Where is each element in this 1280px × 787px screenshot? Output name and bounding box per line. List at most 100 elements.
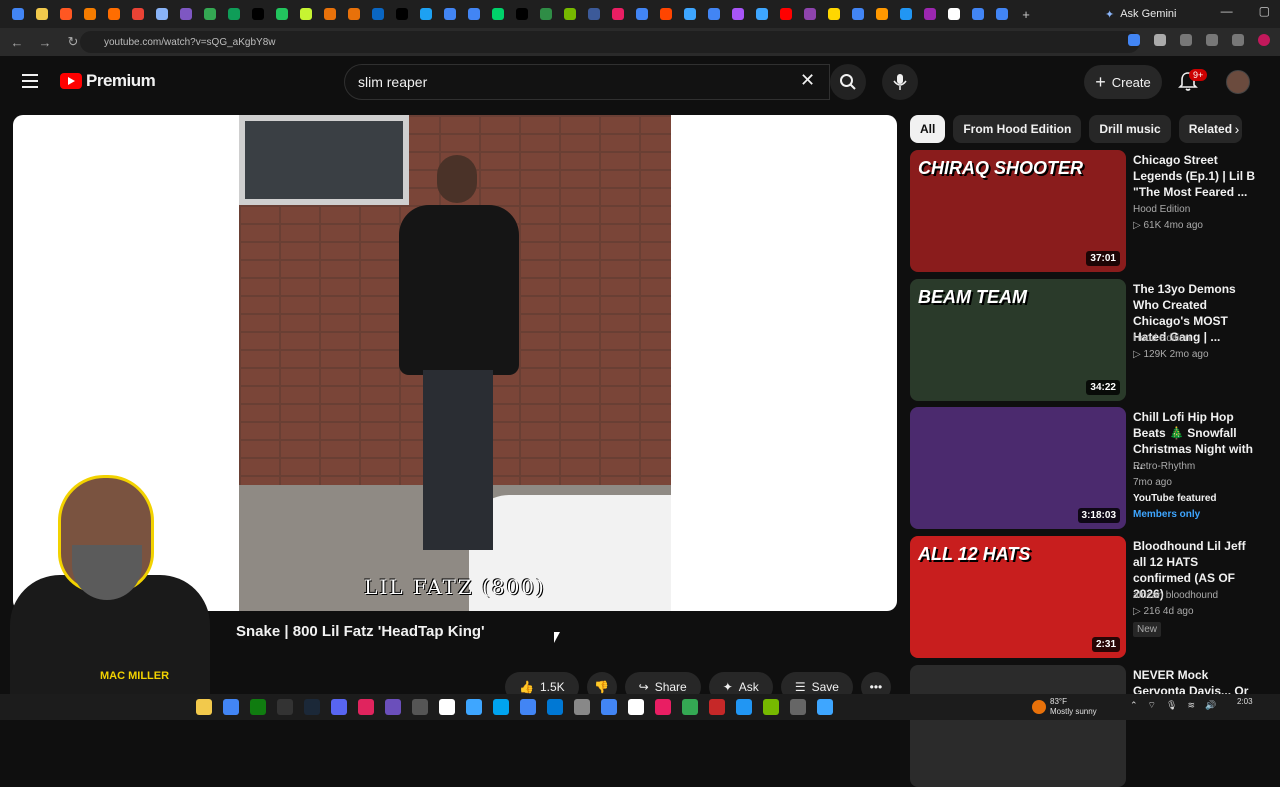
browser-tab-favicon-icon[interactable]: [344, 4, 364, 24]
browser-tab-favicon-icon[interactable]: [752, 4, 772, 24]
browser-tab-favicon-icon[interactable]: [392, 4, 412, 24]
search-input[interactable]: slim reaper: [344, 64, 830, 100]
taskbar-app-icon[interactable]: [790, 699, 806, 715]
microphone-icon[interactable]: 🎙: [1166, 700, 1177, 711]
taskbar-app-icon[interactable]: [628, 699, 644, 715]
youtube-logo[interactable]: Premium: [60, 71, 156, 91]
clear-search-icon[interactable]: ✕: [800, 70, 815, 91]
browser-tab-favicon-icon[interactable]: [848, 4, 868, 24]
browser-tab-favicon-icon[interactable]: [872, 4, 892, 24]
browser-tab-favicon-icon[interactable]: [896, 4, 916, 24]
browser-tab-favicon-icon[interactable]: [728, 4, 748, 24]
wifi-icon[interactable]: ≋: [1187, 700, 1195, 711]
browser-tab-favicon-icon[interactable]: [560, 4, 580, 24]
browser-tab-favicon-icon[interactable]: [8, 4, 28, 24]
taskbar-app-icon[interactable]: [223, 699, 239, 715]
filter-chip[interactable]: All: [910, 115, 946, 143]
forward-icon[interactable]: →: [34, 31, 56, 53]
browser-tab-favicon-icon[interactable]: [200, 4, 220, 24]
browser-tab-favicon-icon[interactable]: [608, 4, 628, 24]
minimize-icon[interactable]: —: [1221, 4, 1233, 18]
taskbar-app-icon[interactable]: [682, 699, 698, 715]
taskbar-app-icon[interactable]: [439, 699, 455, 715]
bookmark-star-icon[interactable]: [1154, 34, 1166, 46]
url-field[interactable]: youtube.com/watch?v=sQG_aKgbY8w: [80, 31, 1140, 53]
create-button[interactable]: + Create: [1084, 65, 1162, 99]
menu-icon[interactable]: [22, 74, 38, 88]
browser-tab-favicon-icon[interactable]: [416, 4, 436, 24]
back-icon[interactable]: ←: [6, 31, 28, 53]
recommendation-channel[interactable]: Retro-Rhythm: [1133, 461, 1195, 472]
reading-list-icon[interactable]: [1232, 34, 1244, 46]
browser-tab-favicon-icon[interactable]: [464, 4, 484, 24]
ask-gemini-button[interactable]: ✦ Ask Gemini: [1105, 4, 1176, 24]
taskbar-app-icon[interactable]: [574, 699, 590, 715]
browser-tab-favicon-icon[interactable]: [824, 4, 844, 24]
video-thumbnail[interactable]: BEAM TEAM 34:22: [910, 279, 1126, 401]
browser-tab-favicon-icon[interactable]: [56, 4, 76, 24]
recommendation-item[interactable]: 3:18:03 Chill Lofi Hip Hop Beats 🎄 Snowfa…: [910, 407, 1260, 529]
browser-tab-favicon-icon[interactable]: [704, 4, 724, 24]
taskbar-app-icon[interactable]: [358, 699, 374, 715]
browser-tab-favicon-icon[interactable]: [80, 4, 100, 24]
browser-tab-favicon-icon[interactable]: [632, 4, 652, 24]
new-tab-icon[interactable]: +: [1016, 4, 1036, 24]
recommendation-channel[interactable]: Hood Edition: [1133, 204, 1190, 215]
taskbar-app-icon[interactable]: [736, 699, 752, 715]
filter-chip[interactable]: From Hood Edition: [953, 115, 1082, 143]
taskbar-app-icon[interactable]: [412, 699, 428, 715]
translate-icon[interactable]: [1128, 34, 1140, 46]
browser-tab-favicon-icon[interactable]: [680, 4, 700, 24]
search-button[interactable]: [830, 64, 866, 100]
browser-tab-favicon-icon[interactable]: [152, 4, 172, 24]
chevron-right-icon[interactable]: ›: [1225, 115, 1249, 143]
recommendation-item[interactable]: CHIRAQ SHOOTER 37:01 Chicago Street Legend…: [910, 150, 1260, 272]
browser-tab-favicon-icon[interactable]: [800, 4, 820, 24]
browser-tab-favicon-icon[interactable]: [368, 4, 388, 24]
browser-tab-favicon-icon[interactable]: [920, 4, 940, 24]
chevron-up-icon[interactable]: ⌃: [1130, 700, 1138, 711]
taskbar-app-icon[interactable]: [520, 699, 536, 715]
taskbar-app-icon[interactable]: [250, 699, 266, 715]
taskbar-app-icon[interactable]: [331, 699, 347, 715]
recommendation-item[interactable]: ALL 12 HATS 2:31 Bloodhound Lil Jeff all 1…: [910, 536, 1260, 658]
browser-tab-favicon-icon[interactable]: [224, 4, 244, 24]
maximize-icon[interactable]: ▢: [1259, 4, 1270, 18]
browser-tab-favicon-icon[interactable]: [128, 4, 148, 24]
taskbar-app-icon[interactable]: [817, 699, 833, 715]
video-thumbnail[interactable]: ALL 12 HATS 2:31: [910, 536, 1126, 658]
browser-tab-favicon-icon[interactable]: [104, 4, 124, 24]
taskbar-app-icon[interactable]: [304, 699, 320, 715]
taskbar-app-icon[interactable]: [547, 699, 563, 715]
puzzle-icon[interactable]: [1206, 34, 1218, 46]
profile-icon[interactable]: [1258, 34, 1270, 46]
browser-tab-favicon-icon[interactable]: [440, 4, 460, 24]
recommendation-item[interactable]: BEAM TEAM 34:22 The 13yo Demons Who Create…: [910, 279, 1260, 401]
taskbar-app-icon[interactable]: [655, 699, 671, 715]
browser-tab-favicon-icon[interactable]: [488, 4, 508, 24]
extension-icon[interactable]: [1180, 34, 1192, 46]
browser-tab-favicon-icon[interactable]: [272, 4, 292, 24]
weather-widget[interactable]: 83°F Mostly sunny: [1032, 697, 1097, 717]
browser-tab-favicon-icon[interactable]: [176, 4, 196, 24]
browser-tab-favicon-icon[interactable]: [584, 4, 604, 24]
video-thumbnail[interactable]: 3:18:03: [910, 407, 1126, 529]
browser-tab-favicon-icon[interactable]: [32, 4, 52, 24]
browser-tab-favicon-icon[interactable]: [512, 4, 532, 24]
browser-tab-favicon-icon[interactable]: [320, 4, 340, 24]
clock[interactable]: 2:03: [1237, 697, 1253, 706]
speaker-icon[interactable]: 🔊: [1205, 700, 1216, 711]
taskbar-app-icon[interactable]: [601, 699, 617, 715]
browser-tab-favicon-icon[interactable]: [248, 4, 268, 24]
taskbar-app-icon[interactable]: [196, 699, 212, 715]
browser-tab-favicon-icon[interactable]: [968, 4, 988, 24]
taskbar-app-icon[interactable]: [385, 699, 401, 715]
filter-chip[interactable]: Drill music: [1089, 115, 1171, 143]
taskbar-app-icon[interactable]: [709, 699, 725, 715]
taskbar-app-icon[interactable]: [493, 699, 509, 715]
browser-tab-favicon-icon[interactable]: [656, 4, 676, 24]
recommendation-title[interactable]: Chicago Street Legends (Ep.1) | Lil B "T…: [1133, 152, 1259, 200]
avatar[interactable]: [1226, 70, 1250, 94]
network-icon[interactable]: ⌔: [1148, 700, 1156, 711]
video-thumbnail[interactable]: CHIRAQ SHOOTER 37:01: [910, 150, 1126, 272]
